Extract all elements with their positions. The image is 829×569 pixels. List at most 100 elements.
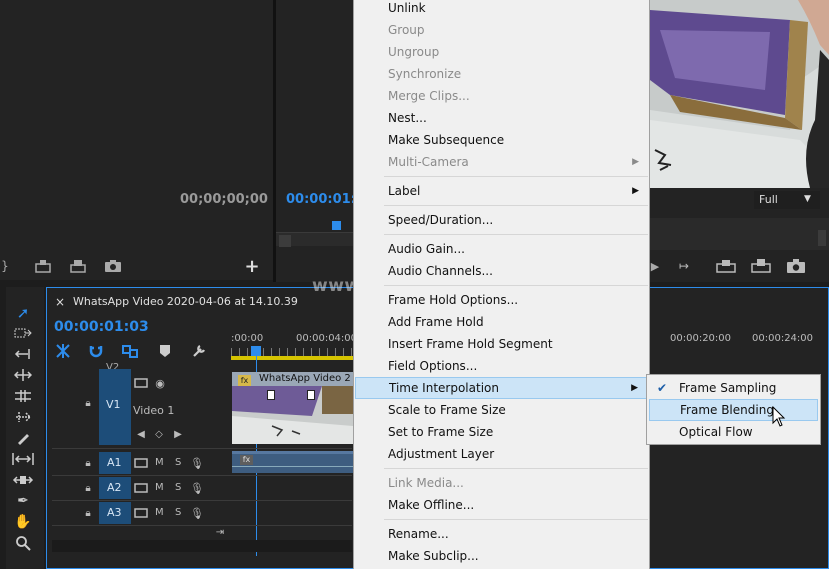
menu-item-insert-frame-hold-segment[interactable]: Insert Frame Hold Segment — [355, 333, 649, 355]
a3-solo[interactable]: S — [175, 507, 181, 518]
clip-keyframe-1[interactable] — [267, 390, 275, 400]
menu-item-rename[interactable]: Rename... — [355, 523, 649, 545]
menu-item-merge-clips[interactable]: Merge Clips... — [355, 85, 649, 107]
rate-stretch-tool-icon[interactable] — [14, 387, 32, 405]
blade-tool-icon[interactable] — [14, 429, 32, 447]
menu-item-unlink[interactable]: Unlink — [355, 0, 649, 19]
overwrite-icon[interactable] — [69, 259, 87, 273]
a3-mute[interactable]: M — [155, 507, 164, 518]
audio-fx-badge: fx — [240, 455, 253, 465]
zoom-tool-icon[interactable] — [14, 534, 32, 552]
insert-icon[interactable] — [34, 259, 52, 273]
fx-badge: fx — [238, 375, 251, 386]
lift-icon[interactable] — [716, 258, 736, 274]
pen-tool-icon[interactable]: ✒ — [14, 492, 32, 510]
lock-icon[interactable]: 🔒︎ — [82, 396, 94, 410]
wrap-icon[interactable]: ⇥ — [214, 526, 226, 538]
rolling-edit-tool-icon[interactable] — [14, 366, 32, 384]
source-timecode: 00;00;00;00 — [180, 192, 268, 207]
a2-solo[interactable]: S — [175, 482, 181, 493]
scrub-handle[interactable] — [279, 235, 291, 247]
track-a1-label: A1 — [107, 456, 122, 469]
prev-keyframe-icon[interactable]: ◀ — [136, 428, 146, 440]
program-scroll[interactable] — [650, 218, 829, 250]
film-icon[interactable] — [134, 377, 148, 389]
close-tab-icon[interactable]: × — [55, 295, 65, 309]
menu-item-time-interpolation[interactable]: Time Interpolation ▶ — [355, 377, 649, 399]
add-button[interactable]: + — [244, 256, 260, 277]
zoom-dropdown[interactable]: Full ▼ — [754, 191, 820, 209]
menu-item-ungroup[interactable]: Ungroup — [355, 41, 649, 63]
a2-mic-icon[interactable]: 🎙︎ — [190, 481, 204, 495]
add-keyframe-icon[interactable]: ◇ — [154, 428, 164, 440]
a1-mic-icon[interactable]: 🎙︎ — [190, 456, 204, 470]
extract-icon[interactable] — [751, 258, 771, 274]
menu-item-make-subsequence[interactable]: Make Subsequence — [355, 129, 649, 151]
timeline-settings-icon[interactable] — [191, 343, 207, 359]
timeline-scrollbar[interactable] — [52, 540, 352, 552]
marker-icon[interactable]: } — [0, 258, 10, 274]
menu-item-set-to-frame-size[interactable]: Set to Frame Size — [355, 421, 649, 443]
menu-item-link-media[interactable]: Link Media... — [355, 472, 649, 494]
play-icon[interactable]: ▶ — [650, 258, 660, 274]
sequence-tab-title[interactable]: WhatsApp Video 2020-04-06 at 14.10.39 — [73, 295, 298, 308]
a1-lock-icon[interactable]: 🔒︎ — [82, 456, 94, 470]
a1-film-icon[interactable] — [134, 457, 148, 469]
add-marker-icon[interactable] — [158, 343, 172, 359]
linked-selection-icon[interactable] — [122, 343, 140, 359]
a3-mic-icon[interactable]: 🎙︎ — [190, 506, 204, 520]
ruler-label-1: 00:00:04:00 — [296, 333, 358, 344]
go-to-out-icon[interactable]: ↦ — [676, 258, 692, 274]
menu-item-frame-hold-options[interactable]: Frame Hold Options... — [355, 289, 649, 311]
export-frame-icon[interactable] — [786, 258, 806, 274]
video-preview — [650, 0, 829, 188]
menu-item-nest[interactable]: Nest... — [355, 107, 649, 129]
nest-toggle-icon[interactable] — [55, 343, 71, 359]
a2-film-icon[interactable] — [134, 482, 148, 494]
eye-icon[interactable]: ◉ — [153, 377, 167, 390]
menu-item-add-frame-hold[interactable]: Add Frame Hold — [355, 311, 649, 333]
a1-solo[interactable]: S — [175, 457, 181, 468]
a3-film-icon[interactable] — [134, 507, 148, 519]
a2-mute[interactable]: M — [155, 482, 164, 493]
playhead-marker[interactable] — [332, 221, 341, 230]
menu-item-label[interactable]: Label ▶ — [355, 180, 649, 202]
menu-item-group[interactable]: Group — [355, 19, 649, 41]
slip-tool-icon[interactable] — [12, 450, 34, 468]
menu-item-audio-gain[interactable]: Audio Gain... — [355, 238, 649, 260]
a3-lock-icon[interactable]: 🔒︎ — [82, 506, 94, 520]
next-keyframe-icon[interactable]: ▶ — [173, 428, 183, 440]
camera-icon[interactable] — [104, 259, 122, 273]
clip-keyframe-2[interactable] — [307, 390, 315, 400]
a2-lock-icon[interactable]: 🔒︎ — [82, 481, 94, 495]
menu-item-audio-channels[interactable]: Audio Channels... — [355, 260, 649, 282]
timeline-playhead-head[interactable] — [251, 346, 261, 356]
hand-tool-icon[interactable]: ✋ — [14, 513, 32, 531]
menu-item-make-subclip[interactable]: Make Subclip... — [355, 545, 649, 567]
menu-item-make-offline[interactable]: Make Offline... — [355, 494, 649, 516]
a1-mute[interactable]: M — [155, 457, 164, 468]
menu-item-speed-duration[interactable]: Speed/Duration... — [355, 209, 649, 231]
ripple-edit-tool-icon[interactable] — [14, 345, 32, 363]
submenu-item-frame-blending[interactable]: Frame Blending — [649, 399, 818, 421]
snap-icon[interactable] — [88, 343, 104, 359]
video-clip[interactable]: fx WhatsApp Video 2 — [232, 372, 353, 444]
audio-clip[interactable]: fx — [232, 451, 353, 473]
slide-tool-icon[interactable] — [12, 471, 34, 489]
selection-tool-icon[interactable]: ➚ — [14, 304, 32, 322]
program-scroll-thumb[interactable] — [818, 230, 826, 246]
submenu-item-optical-flow[interactable]: Optical Flow — [649, 421, 818, 443]
track-select-tool-icon[interactable] — [14, 324, 32, 342]
submenu-arrow-icon: ▶ — [632, 157, 639, 167]
track-divider — [52, 500, 352, 501]
menu-item-synchronize[interactable]: Synchronize — [355, 63, 649, 85]
timeline-current-time[interactable]: 00:00:01:03 — [54, 319, 149, 335]
submenu-item-frame-sampling[interactable]: ✔ Frame Sampling — [649, 377, 818, 399]
menu-item-multi-camera[interactable]: Multi-Camera ▶ — [355, 151, 649, 173]
menu-item-adjustment-layer[interactable]: Adjustment Layer — [355, 443, 649, 465]
work-area-bar[interactable] — [231, 356, 353, 360]
menu-item-scale-to-frame-size[interactable]: Scale to Frame Size — [355, 399, 649, 421]
razor-tool-icon[interactable] — [14, 408, 32, 426]
menu-item-field-options[interactable]: Field Options... — [355, 355, 649, 377]
menu-separator — [384, 176, 648, 177]
